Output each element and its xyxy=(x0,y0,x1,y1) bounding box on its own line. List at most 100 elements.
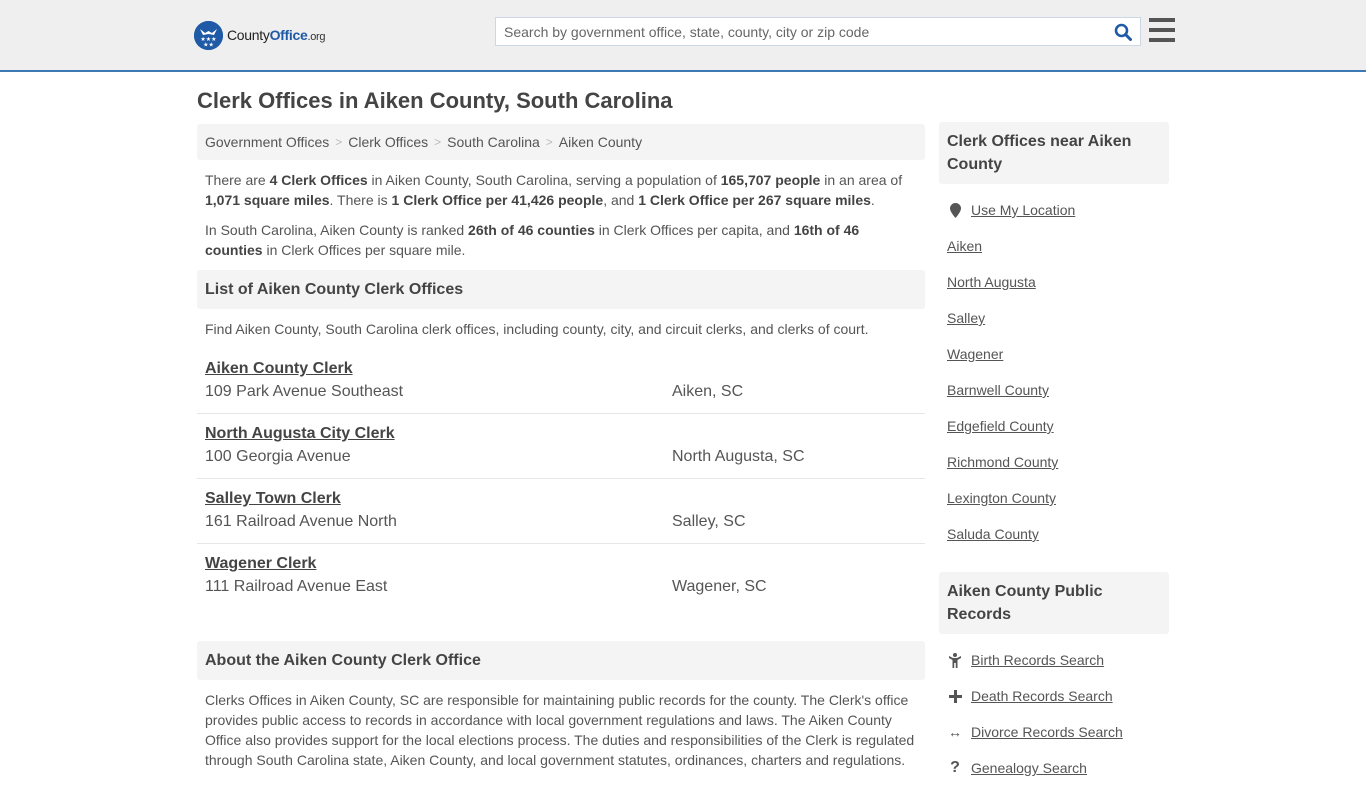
nearby-item: Barnwell County xyxy=(947,372,1161,408)
nearby-offices-panel: Clerk Offices near Aiken County Use My L… xyxy=(939,122,1169,552)
breadcrumb-government-offices[interactable]: Government Offices xyxy=(205,134,329,150)
office-city: Aiken, SC xyxy=(672,383,744,400)
divorce-records-link[interactable]: Divorce Records Search xyxy=(971,724,1123,740)
use-my-location: Use My Location xyxy=(947,192,1161,228)
nearby-link-edgefield-county[interactable]: Edgefield County xyxy=(947,418,1054,434)
breadcrumb-separator: > xyxy=(545,135,553,149)
records-item: Birth Records Search xyxy=(947,642,1161,678)
nearby-item: North Augusta xyxy=(947,264,1161,300)
office-city: Wagener, SC xyxy=(672,578,767,595)
nearby-link-lexington-county[interactable]: Lexington County xyxy=(947,490,1056,506)
search-button[interactable] xyxy=(1106,18,1140,45)
logo-prefix: County xyxy=(227,27,270,43)
office-list-heading: List of Aiken County Clerk Offices xyxy=(197,270,925,309)
birth-records-link[interactable]: Birth Records Search xyxy=(971,652,1104,668)
office-list: Aiken County Clerk 109 Park Avenue South… xyxy=(197,349,925,609)
text: , and xyxy=(603,192,639,208)
nearby-offices-heading: Clerk Offices near Aiken County xyxy=(939,122,1169,184)
search-icon xyxy=(1114,23,1132,41)
nearby-link-richmond-county[interactable]: Richmond County xyxy=(947,454,1058,470)
intro-summary: There are 4 Clerk Offices in Aiken Count… xyxy=(205,170,917,210)
nearby-item: Wagener xyxy=(947,336,1161,372)
logo-suffix: .org xyxy=(307,31,326,43)
text: in Clerk Offices per capita, and xyxy=(594,222,794,238)
nearby-link-wagener[interactable]: Wagener xyxy=(947,346,1003,362)
nearby-item: Lexington County xyxy=(947,480,1161,516)
text: . There is xyxy=(329,192,392,208)
offices-per-capita: 1 Clerk Office per 41,426 people xyxy=(391,192,604,208)
nearby-item: Edgefield County xyxy=(947,408,1161,444)
area: 1,071 square miles xyxy=(205,192,330,208)
text: . xyxy=(870,192,875,208)
records-item: ? Genealogy Search xyxy=(947,750,1161,786)
use-my-location-link[interactable]: Use My Location xyxy=(971,202,1075,218)
menu-bar xyxy=(1149,18,1175,22)
office-row: North Augusta City Clerk 100 Georgia Ave… xyxy=(197,414,925,479)
breadcrumb-separator: > xyxy=(335,135,343,149)
child-icon xyxy=(947,652,963,668)
hamburger-menu-icon[interactable] xyxy=(1149,18,1175,42)
breadcrumb-separator: > xyxy=(434,135,442,149)
nearby-item: Saluda County xyxy=(947,516,1161,552)
logo-wordmark: CountyOffice.org xyxy=(227,27,326,43)
search-bar xyxy=(495,17,1141,46)
about-heading: About the Aiken County Clerk Office xyxy=(197,641,925,680)
map-marker-icon xyxy=(947,202,963,218)
about-section: About the Aiken County Clerk Office Cler… xyxy=(197,641,925,770)
office-link[interactable]: Aiken County Clerk xyxy=(205,359,353,379)
nearby-item: Richmond County xyxy=(947,444,1161,480)
svg-text:★★: ★★ xyxy=(203,41,214,48)
office-row: Salley Town Clerk 161 Railroad Avenue No… xyxy=(197,479,925,544)
nearby-offices-list: Use My Location Aiken North Augusta Sall… xyxy=(939,184,1169,552)
menu-bar xyxy=(1149,38,1175,42)
public-records-panel: Aiken County Public Records Birth Record… xyxy=(939,572,1169,786)
records-item: ↔ Divorce Records Search xyxy=(947,714,1161,750)
nearby-item: Salley xyxy=(947,300,1161,336)
text: in Clerk Offices per square mile. xyxy=(262,242,466,258)
site-logo[interactable]: ★★★ ★★ CountyOffice.org xyxy=(194,20,326,50)
office-address: 109 Park Avenue Southeast xyxy=(205,383,404,400)
site-header: ★★★ ★★ CountyOffice.org xyxy=(0,0,1366,72)
records-item: Death Records Search xyxy=(947,678,1161,714)
breadcrumb-south-carolina[interactable]: South Carolina xyxy=(447,134,540,150)
plus-icon xyxy=(947,689,963,703)
main-content: Government Offices > Clerk Offices > Sou… xyxy=(197,124,925,770)
nearby-link-aiken[interactable]: Aiken xyxy=(947,238,982,254)
breadcrumb-aiken-county[interactable]: Aiken County xyxy=(559,134,642,150)
nearby-link-saluda-county[interactable]: Saluda County xyxy=(947,526,1039,542)
nearby-link-salley[interactable]: Salley xyxy=(947,310,985,326)
breadcrumb: Government Offices > Clerk Offices > Sou… xyxy=(197,124,925,160)
office-city: Salley, SC xyxy=(672,513,746,530)
text: in Aiken County, South Carolina, serving… xyxy=(367,172,721,188)
intro-text: There are 4 Clerk Offices in Aiken Count… xyxy=(197,160,925,260)
office-address: 111 Railroad Avenue East xyxy=(205,578,388,595)
logo-main: Office xyxy=(269,27,308,43)
nearby-link-barnwell-county[interactable]: Barnwell County xyxy=(947,382,1049,398)
sidebar: Clerk Offices near Aiken County Use My L… xyxy=(939,122,1169,786)
office-list-section: List of Aiken County Clerk Offices Find … xyxy=(197,270,925,609)
office-row: Aiken County Clerk 109 Park Avenue South… xyxy=(197,349,925,414)
office-link[interactable]: Salley Town Clerk xyxy=(205,489,341,509)
search-input[interactable] xyxy=(496,18,1106,45)
eagle-stars-badge-icon: ★★★ ★★ xyxy=(194,20,223,50)
text: in an area of xyxy=(820,172,903,188)
public-records-heading: Aiken County Public Records xyxy=(939,572,1169,634)
nearby-link-north-augusta[interactable]: North Augusta xyxy=(947,274,1036,290)
text: In South Carolina, Aiken County is ranke… xyxy=(205,222,469,238)
menu-bar xyxy=(1149,28,1175,32)
office-address: 161 Railroad Avenue North xyxy=(205,513,397,530)
breadcrumb-clerk-offices[interactable]: Clerk Offices xyxy=(348,134,428,150)
nearby-item: Aiken xyxy=(947,228,1161,264)
office-city: North Augusta, SC xyxy=(672,448,805,465)
office-list-description: Find Aiken County, South Carolina clerk … xyxy=(205,321,869,337)
page-title: Clerk Offices in Aiken County, South Car… xyxy=(197,88,673,113)
office-link[interactable]: Wagener Clerk xyxy=(205,554,316,574)
question-icon: ? xyxy=(950,759,960,776)
office-address: 100 Georgia Avenue xyxy=(205,448,351,465)
offices-per-area: 1 Clerk Office per 267 square miles xyxy=(638,192,871,208)
genealogy-search-link[interactable]: Genealogy Search xyxy=(971,760,1087,776)
rank-per-capita: 26th of 46 counties xyxy=(468,222,595,238)
office-link[interactable]: North Augusta City Clerk xyxy=(205,424,395,444)
about-text: Clerks Offices in Aiken County, SC are r… xyxy=(205,692,915,768)
death-records-link[interactable]: Death Records Search xyxy=(971,688,1113,704)
